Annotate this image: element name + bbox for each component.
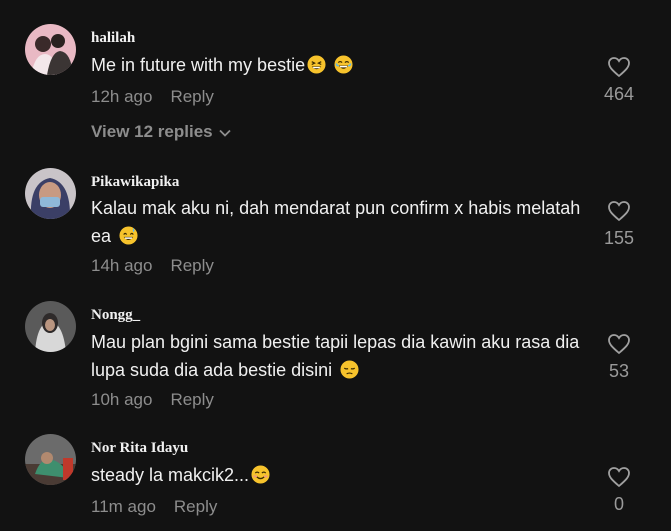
reply-button[interactable]: Reply	[170, 256, 213, 275]
grinning-squint-face-icon	[307, 55, 326, 74]
chevron-down-icon	[218, 129, 231, 137]
grinning-sweat-face-icon	[119, 226, 138, 245]
avatar[interactable]	[25, 24, 76, 75]
like-count: 155	[603, 228, 635, 248]
comment-username[interactable]: Nor Rita Idayu	[91, 440, 188, 457]
comment-meta: 14h ago Reply	[91, 256, 214, 276]
heart-icon[interactable]	[607, 466, 631, 488]
like-count: 53	[608, 361, 630, 381]
heart-icon[interactable]	[607, 200, 631, 222]
like-count: 0	[613, 494, 624, 514]
smiling-face-icon	[251, 465, 270, 484]
like-count: 464	[603, 84, 635, 104]
avatar-image	[25, 434, 76, 485]
comment-text-body: steady la makcik2...	[91, 465, 250, 485]
comment-text: Kalau mak aku ni, dah mendarat pun confi…	[91, 194, 581, 250]
like-button[interactable]: 155	[589, 200, 649, 249]
avatar-image	[25, 301, 76, 352]
reply-button[interactable]: Reply	[174, 497, 217, 516]
comment-meta: 11m ago Reply	[91, 497, 217, 517]
comment-timestamp: 12h ago	[91, 87, 153, 106]
like-button[interactable]: 0	[589, 466, 649, 515]
like-button[interactable]: 53	[589, 333, 649, 382]
comment-timestamp: 14h ago	[91, 256, 153, 275]
comment-text-body: Me in future with my bestie	[91, 55, 306, 75]
comment-timestamp: 11m ago	[91, 497, 156, 516]
laughing-face-icon	[334, 55, 353, 74]
comment-text: steady la makcik2...	[91, 461, 581, 489]
comment-username[interactable]: halilah	[91, 30, 135, 47]
pensive-face-icon	[340, 360, 359, 379]
comment-text: Me in future with my bestie	[91, 51, 581, 79]
like-button[interactable]: 464	[589, 56, 649, 105]
avatar[interactable]	[25, 434, 76, 485]
comment-timestamp: 10h ago	[91, 390, 153, 409]
comment-meta: 10h ago Reply	[91, 390, 214, 410]
avatar-image	[25, 168, 76, 219]
reply-button[interactable]: Reply	[170, 87, 213, 106]
heart-icon[interactable]	[607, 333, 631, 355]
view-replies-label: View 12 replies	[91, 122, 213, 141]
view-replies-button[interactable]: View 12 replies	[91, 122, 231, 142]
comment-username[interactable]: Pikawikapika	[91, 174, 179, 191]
comment-text: Mau plan bgini sama bestie tapii lepas d…	[91, 328, 581, 384]
avatar[interactable]	[25, 301, 76, 352]
comment-username[interactable]: Nongg_	[91, 307, 140, 324]
reply-button[interactable]: Reply	[170, 390, 213, 409]
comment-meta: 12h ago Reply	[91, 87, 214, 107]
comment-text-body: Kalau mak aku ni, dah mendarat pun confi…	[91, 198, 581, 246]
avatar[interactable]	[25, 168, 76, 219]
comment-text-body: Mau plan bgini sama bestie tapii lepas d…	[91, 332, 580, 380]
heart-icon[interactable]	[607, 56, 631, 78]
avatar-image	[25, 24, 76, 75]
